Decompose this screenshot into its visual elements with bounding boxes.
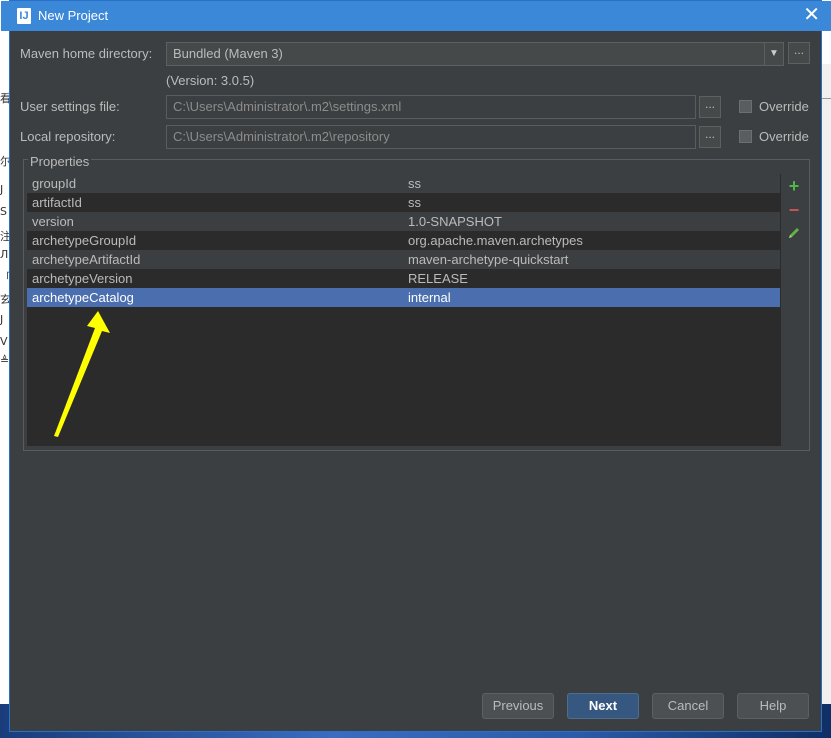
property-value: org.apache.maven.archetypes [408, 233, 583, 248]
maven-home-label: Maven home directory: [20, 46, 153, 61]
close-button[interactable]: ✕ [803, 4, 820, 26]
edit-pencil-icon[interactable] [785, 226, 803, 244]
maven-home-browse-button[interactable]: ... [788, 42, 810, 64]
property-key: archetypeArtifactId [32, 252, 141, 267]
maven-home-value: Bundled (Maven 3) [173, 46, 283, 61]
previous-button[interactable]: Previous [482, 693, 554, 719]
table-row[interactable]: archetypeCatalog internal [27, 288, 780, 307]
window-title: New Project [38, 8, 109, 23]
background-window-edge-right [822, 64, 831, 704]
property-key: artifactId [32, 195, 82, 210]
user-settings-override-checkbox[interactable] [739, 100, 752, 113]
table-row[interactable]: groupId ss [27, 174, 780, 193]
properties-legend: Properties [28, 154, 92, 169]
user-settings-label: User settings file: [20, 99, 120, 114]
local-repository-browse-button[interactable]: ... [699, 126, 721, 148]
background-window-edge: 看 尔 J S 注 Л 「 玄 J V ≜ [0, 92, 11, 367]
property-key: groupId [32, 176, 77, 191]
local-repository-field[interactable]: C:\Users\Administrator\.m2\repository [166, 125, 696, 149]
local-repository-label: Local repository: [20, 129, 116, 144]
table-row[interactable]: archetypeGroupId org.apache.maven.archety… [27, 231, 780, 250]
property-key: version [32, 214, 74, 229]
properties-table[interactable]: groupId ss artifactId ss version 1.0-SNAPSHOT… [27, 174, 780, 446]
table-row[interactable]: version 1.0-SNAPSHOT [27, 212, 780, 231]
table-row[interactable]: archetypeVersion RELEASE [27, 269, 780, 288]
property-key: archetypeGroupId [32, 233, 137, 248]
user-settings-override-label: Override [759, 99, 809, 114]
maven-home-combobox[interactable]: Bundled (Maven 3) ▼ [166, 42, 784, 66]
user-settings-browse-button[interactable]: ... [699, 96, 721, 118]
cancel-button[interactable]: Cancel [652, 693, 724, 719]
intellij-icon: IJ [17, 8, 31, 24]
property-value: ss [408, 195, 421, 210]
title-bar[interactable]: IJ New Project ✕ [1, 1, 831, 31]
property-value: 1.0-SNAPSHOT [408, 214, 502, 229]
local-repository-override-checkbox[interactable] [739, 130, 752, 143]
property-key: archetypeVersion [32, 271, 133, 286]
next-button[interactable]: Next [567, 693, 639, 719]
property-value: internal [408, 290, 451, 305]
remove-icon[interactable]: − [785, 201, 803, 219]
help-button[interactable]: Help [737, 693, 809, 719]
annotation-arrow-icon [54, 311, 110, 437]
user-settings-field[interactable]: C:\Users\Administrator\.m2\settings.xml [166, 95, 696, 119]
properties-toolbar: + − [780, 174, 807, 446]
table-row[interactable]: artifactId ss [27, 193, 780, 212]
local-repository-override-label: Override [759, 129, 809, 144]
property-value: maven-archetype-quickstart [408, 252, 569, 267]
maven-version-text: (Version: 3.0.5) [166, 73, 255, 88]
property-value: ss [408, 176, 421, 191]
new-project-dialog: IJ New Project ✕ Maven home directory: B… [1, 0, 831, 732]
table-row[interactable]: archetypeArtifactId maven-archetype-quick… [27, 250, 780, 269]
property-value: RELEASE [408, 271, 468, 286]
chevron-down-icon[interactable]: ▼ [764, 43, 783, 65]
add-icon[interactable]: + [785, 177, 803, 195]
